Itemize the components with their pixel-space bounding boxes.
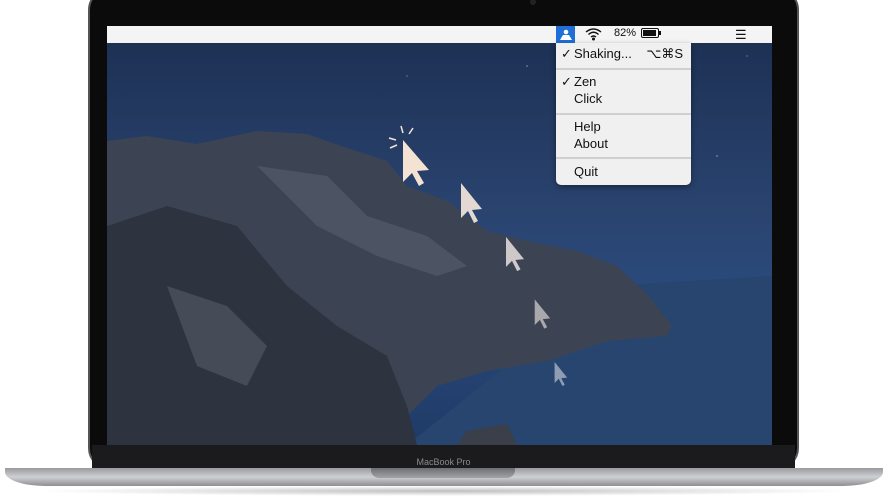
battery-status[interactable]: 82% [614,27,662,39]
checkmark-icon: ✓ [561,74,572,89]
menu-divider [556,68,691,70]
laptop-chin: MacBook Pro [92,445,795,468]
menu-item-help[interactable]: Help [556,118,691,135]
menu-bar: 82% ☰ [107,26,772,43]
menu-item-click[interactable]: Click [556,90,691,107]
shaking-person-icon[interactable] [556,26,575,43]
menu-item-about[interactable]: About [556,135,691,152]
checkmark-icon: ✓ [561,46,572,61]
menu-divider [556,157,691,159]
battery-percent: 82% [614,27,637,39]
cursor-trail [506,236,524,272]
battery-icon [641,28,662,38]
shortcut: ⌥⌘S [646,46,683,61]
cursor-trail [534,299,551,329]
list-icon[interactable]: ☰ [735,28,747,41]
laptop-notch [371,468,515,478]
camera [530,0,536,5]
menu-item-shaking[interactable]: ✓ Shaking... ⌥⌘S [556,45,691,62]
laptop-shadow [30,486,858,496]
cursor-trail [554,362,568,386]
menu-item-quit[interactable]: Quit [556,163,691,180]
device-label: MacBook Pro [416,457,471,467]
app-dropdown-menu: ✓ Shaking... ⌥⌘S ✓ Zen Click Help About Qui… [556,43,691,185]
menu-item-zen[interactable]: ✓ Zen [556,73,691,90]
menu-divider [556,113,691,115]
cursor-trail [461,183,482,223]
desktop-screen: 82% ☰ ✓ Shaking... ⌥⌘S ✓ Zen Click Help Abo… [107,26,772,445]
cursor-shake-main [388,125,429,186]
